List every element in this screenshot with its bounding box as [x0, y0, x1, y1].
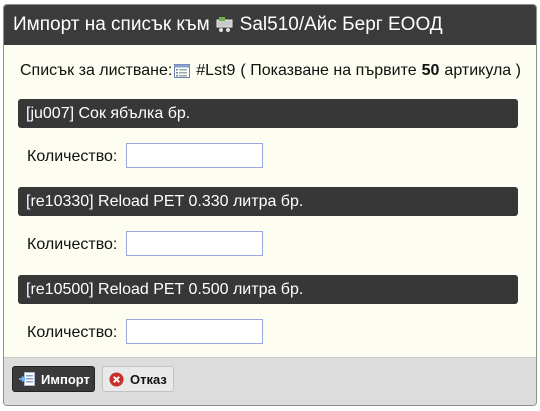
dialog-title-prefix: Импорт на списък към [13, 14, 210, 35]
item-header: [ju007] Сок ябълка бр. [18, 99, 518, 128]
showing-suffix: артикула ) [444, 62, 521, 79]
item-header: [re10330] Reload PET 0.330 литра бр. [18, 187, 518, 216]
cancel-button-label: Отказ [130, 371, 167, 387]
import-button-label: Импорт [41, 371, 90, 387]
quantity-input[interactable] [126, 143, 263, 168]
quantity-label: Количество: [27, 324, 118, 341]
import-icon [19, 372, 35, 386]
cancel-button[interactable]: Отказ [102, 366, 174, 392]
quantity-label: Количество: [27, 148, 118, 165]
list-icon [174, 64, 191, 78]
dialog-title-bar: Импорт на списък към Sal510/Айс Берг ЕОО… [4, 5, 536, 45]
dialog-footer: Импорт Отказ [4, 357, 536, 405]
client-cart-icon [216, 17, 233, 33]
dialog-content: Списък за листване: #Lst9 ( Показване на… [4, 45, 536, 358]
list-info: Списък за листване: #Lst9 ( Показване на… [20, 62, 521, 80]
import-button[interactable]: Импорт [12, 366, 95, 392]
quantity-input[interactable] [126, 231, 263, 256]
list-label: Списък за листване: [20, 62, 173, 79]
list-id: #Lst9 [196, 62, 236, 79]
import-dialog: Импорт на списък към Sal510/Айс Берг ЕОО… [3, 4, 537, 406]
quantity-label: Количество: [27, 236, 118, 253]
client-name: Sal510/Айс Берг ЕООД [239, 14, 443, 35]
quantity-input[interactable] [126, 319, 263, 344]
showing-prefix: ( Показване на първите [240, 62, 417, 79]
cancel-icon [109, 372, 124, 387]
showing-count: 50 [421, 62, 440, 79]
item-header: [re10500] Reload PET 0.500 литра бр. [18, 275, 518, 304]
